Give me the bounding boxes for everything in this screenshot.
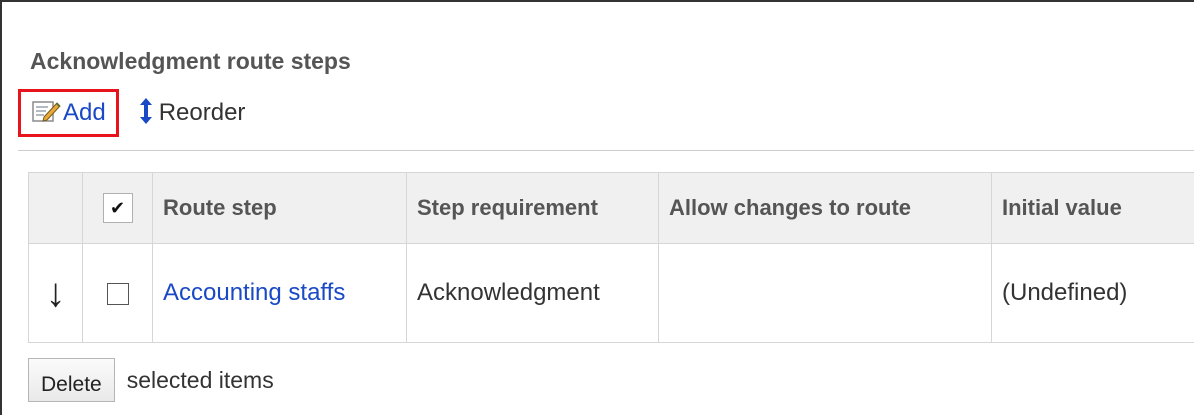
order-column-header: [28, 172, 83, 244]
allow-changes-cell: [658, 243, 992, 343]
frame-left-border: [0, 0, 2, 415]
edit-note-icon: [31, 99, 61, 128]
column-header-allow-changes: Allow changes to route: [658, 172, 992, 244]
column-header-route-step: Route step: [152, 172, 407, 244]
route-step-link[interactable]: Accounting staffs: [163, 279, 345, 306]
table-header-row: ✔ Route step Step requirement Allow chan…: [28, 172, 1194, 244]
add-button[interactable]: Add: [18, 89, 119, 137]
step-requirement-cell: Acknowledgment: [406, 243, 659, 343]
down-arrow-icon: ↓: [45, 271, 66, 315]
table-row: ↓ Accounting staffs Acknowledgment (Unde…: [28, 243, 1194, 343]
initial-value-cell: (Undefined): [991, 243, 1194, 343]
toolbar-divider: [18, 150, 1194, 151]
reorder-button[interactable]: Reorder: [139, 97, 246, 129]
row-select-cell: [82, 243, 153, 343]
column-header-initial-value: Initial value: [991, 172, 1194, 244]
column-header-step-requirement: Step requirement: [406, 172, 659, 244]
bulk-action-bar: Delete selected items: [28, 358, 274, 402]
route-steps-table: ✔ Route step Step requirement Allow chan…: [28, 172, 1194, 343]
order-arrow-cell: ↓: [28, 243, 83, 343]
select-all-checkbox[interactable]: ✔: [102, 193, 133, 223]
select-all-column-header: ✔: [82, 172, 153, 244]
add-button-label: Add: [63, 99, 106, 126]
selected-items-label: selected items: [126, 366, 274, 393]
delete-button[interactable]: Delete: [28, 358, 115, 402]
up-down-arrow-icon: [139, 97, 153, 129]
toolbar: Add Reorder: [18, 87, 245, 139]
checkmark-icon: ✔: [109, 197, 126, 218]
route-step-cell: Accounting staffs: [152, 243, 407, 343]
row-checkbox[interactable]: [106, 282, 129, 305]
section-title: Acknowledgment route steps: [30, 48, 351, 74]
frame-top-border: [0, 0, 1194, 2]
reorder-button-label: Reorder: [158, 99, 246, 126]
